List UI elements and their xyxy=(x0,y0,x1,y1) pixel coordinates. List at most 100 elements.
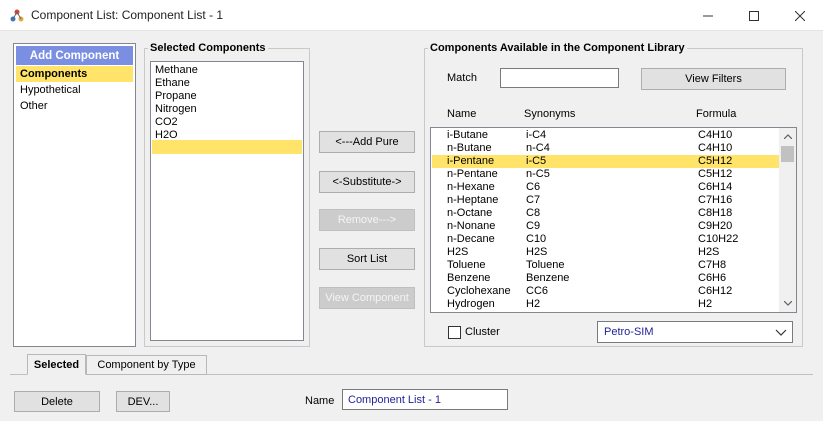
property-package-value: Petro-SIM xyxy=(604,326,654,338)
scroll-down-icon[interactable] xyxy=(779,295,796,312)
cell-name: n-Butane xyxy=(447,142,492,154)
cell-name: H2S xyxy=(447,246,469,258)
cell-formula: H2S xyxy=(698,246,720,258)
cell-synonym: Benzene xyxy=(526,272,570,284)
list-item[interactable]: Methane xyxy=(152,64,302,77)
cell-synonym: i-C5 xyxy=(526,155,547,167)
close-button[interactable] xyxy=(777,0,823,31)
cell-name: Cyclohexane xyxy=(447,285,511,297)
table-row[interactable]: n-Heptane C7 C7H16 xyxy=(432,194,780,207)
table-row[interactable]: n-Decane C10 C10H22 xyxy=(432,233,780,246)
table-row[interactable]: Toluene Toluene C7H8 xyxy=(432,259,780,272)
table-row[interactable]: n-Hexane C6 C6H14 xyxy=(432,181,780,194)
table-row[interactable]: i-Butane i-C4 C4H10 xyxy=(432,129,780,142)
name-label: Name xyxy=(305,395,335,407)
cell-name: Hydrogen xyxy=(447,298,495,310)
table-row[interactable]: n-Nonane C9 C9H20 xyxy=(432,220,780,233)
list-item[interactable]: Ethane xyxy=(152,77,302,90)
table-row[interactable]: H2S H2S H2S xyxy=(432,246,780,259)
cell-synonym: n-C4 xyxy=(526,142,550,154)
cell-name: n-Octane xyxy=(447,207,493,219)
scroll-up-icon[interactable] xyxy=(779,128,796,145)
cell-synonym: C9 xyxy=(526,220,541,232)
maximize-icon xyxy=(749,10,759,21)
selected-components-list[interactable]: Methane Ethane Propane Nitrogen CO2 H2O xyxy=(150,61,304,341)
column-header-formula[interactable]: Formula xyxy=(696,108,736,120)
left-item-other[interactable]: Other xyxy=(16,98,133,114)
chevron-down-icon xyxy=(775,329,787,336)
property-package-dropdown[interactable]: Petro-SIM xyxy=(597,321,793,343)
library-scrollbar[interactable] xyxy=(779,128,796,312)
cell-name: i-Pentane xyxy=(447,155,495,167)
cell-name: Benzene xyxy=(447,272,491,284)
scroll-thumb[interactable] xyxy=(781,146,794,162)
cell-formula: C9H20 xyxy=(698,220,733,232)
substitute-button[interactable]: <-Substitute-> xyxy=(319,171,415,193)
add-pure-button[interactable]: <---Add Pure xyxy=(319,131,415,153)
view-component-button[interactable]: View Component xyxy=(319,287,415,309)
cell-name: n-Pentane xyxy=(447,168,498,180)
left-item-hypothetical[interactable]: Hypothetical xyxy=(16,82,133,98)
cluster-label: Cluster xyxy=(465,326,500,338)
cell-formula: C7H16 xyxy=(698,194,733,206)
column-header-name[interactable]: Name xyxy=(447,108,476,120)
name-input[interactable]: Component List - 1 xyxy=(342,389,508,410)
title-bar: Component List: Component List - 1 xyxy=(0,0,823,31)
left-item-components[interactable]: Components xyxy=(16,66,133,82)
cell-name: n-Heptane xyxy=(447,194,499,206)
library-title: Components Available in the Component Li… xyxy=(428,42,687,55)
app-icon xyxy=(10,9,24,22)
cell-name: Toluene xyxy=(447,259,486,271)
window-title: Component List: Component List - 1 xyxy=(31,8,224,22)
cell-synonym: Toluene xyxy=(526,259,565,271)
table-row-selected[interactable]: i-Pentane i-C5 C5H12 xyxy=(432,155,780,168)
cell-formula: H2 xyxy=(698,298,713,310)
view-filters-button[interactable]: View Filters xyxy=(641,68,786,90)
selected-empty-row[interactable] xyxy=(152,140,302,154)
cell-formula: C5H12 xyxy=(698,168,733,180)
cell-synonym: C8 xyxy=(526,207,541,219)
tab-component-by-type[interactable]: Component by Type xyxy=(86,355,207,375)
cell-name: i-Butane xyxy=(447,129,488,141)
dev-button[interactable]: DEV... xyxy=(116,391,170,412)
tab-selected[interactable]: Selected xyxy=(27,354,86,375)
selected-components-title: Selected Components xyxy=(148,42,268,55)
table-row[interactable]: Hydrogen H2 H2 xyxy=(432,298,780,311)
cell-synonym: C6 xyxy=(526,181,541,193)
cell-formula: C6H14 xyxy=(698,181,733,193)
cell-formula: C8H18 xyxy=(698,207,733,219)
table-row[interactable]: n-Octane C8 C8H18 xyxy=(432,207,780,220)
minimize-button[interactable] xyxy=(685,0,731,31)
cell-formula: C6H6 xyxy=(698,272,727,284)
cell-synonym: H2S xyxy=(526,246,548,258)
delete-button[interactable]: Delete xyxy=(14,391,100,412)
table-row[interactable]: Cyclohexane CC6 C6H12 xyxy=(432,285,780,298)
table-row[interactable]: n-Butane n-C4 C4H10 xyxy=(432,142,780,155)
list-item[interactable]: Nitrogen xyxy=(152,103,302,116)
cell-name: n-Nonane xyxy=(447,220,496,232)
cell-name: n-Decane xyxy=(447,233,495,245)
cell-formula: C6H12 xyxy=(698,285,733,297)
maximize-button[interactable] xyxy=(731,0,777,31)
cell-synonym: CC6 xyxy=(526,285,549,297)
cell-formula: C5H12 xyxy=(698,155,733,167)
cell-formula: C10H22 xyxy=(698,233,739,245)
table-row[interactable]: n-Pentane n-C5 C5H12 xyxy=(432,168,780,181)
match-label: Match xyxy=(447,72,477,84)
column-header-synonyms[interactable]: Synonyms xyxy=(524,108,575,120)
close-icon xyxy=(795,10,805,21)
remove-button[interactable]: Remove---> xyxy=(319,209,415,231)
match-input[interactable] xyxy=(500,68,619,88)
library-list[interactable]: i-Butane i-C4 C4H10 n-Butane n-C4 C4H10 … xyxy=(430,127,797,313)
table-row[interactable]: Benzene Benzene C6H6 xyxy=(432,272,780,285)
cell-synonym: C10 xyxy=(526,233,547,245)
cell-synonym: i-C4 xyxy=(526,129,547,141)
sort-list-button[interactable]: Sort List xyxy=(319,248,415,270)
add-component-panel: Add Component Components Hypothetical Ot… xyxy=(13,43,136,347)
list-item[interactable]: CO2 xyxy=(152,116,302,129)
cell-name: n-Hexane xyxy=(447,181,495,193)
list-item[interactable]: Propane xyxy=(152,90,302,103)
cell-formula: C7H8 xyxy=(698,259,727,271)
minimize-icon xyxy=(703,15,713,16)
cluster-checkbox[interactable] xyxy=(448,326,461,339)
